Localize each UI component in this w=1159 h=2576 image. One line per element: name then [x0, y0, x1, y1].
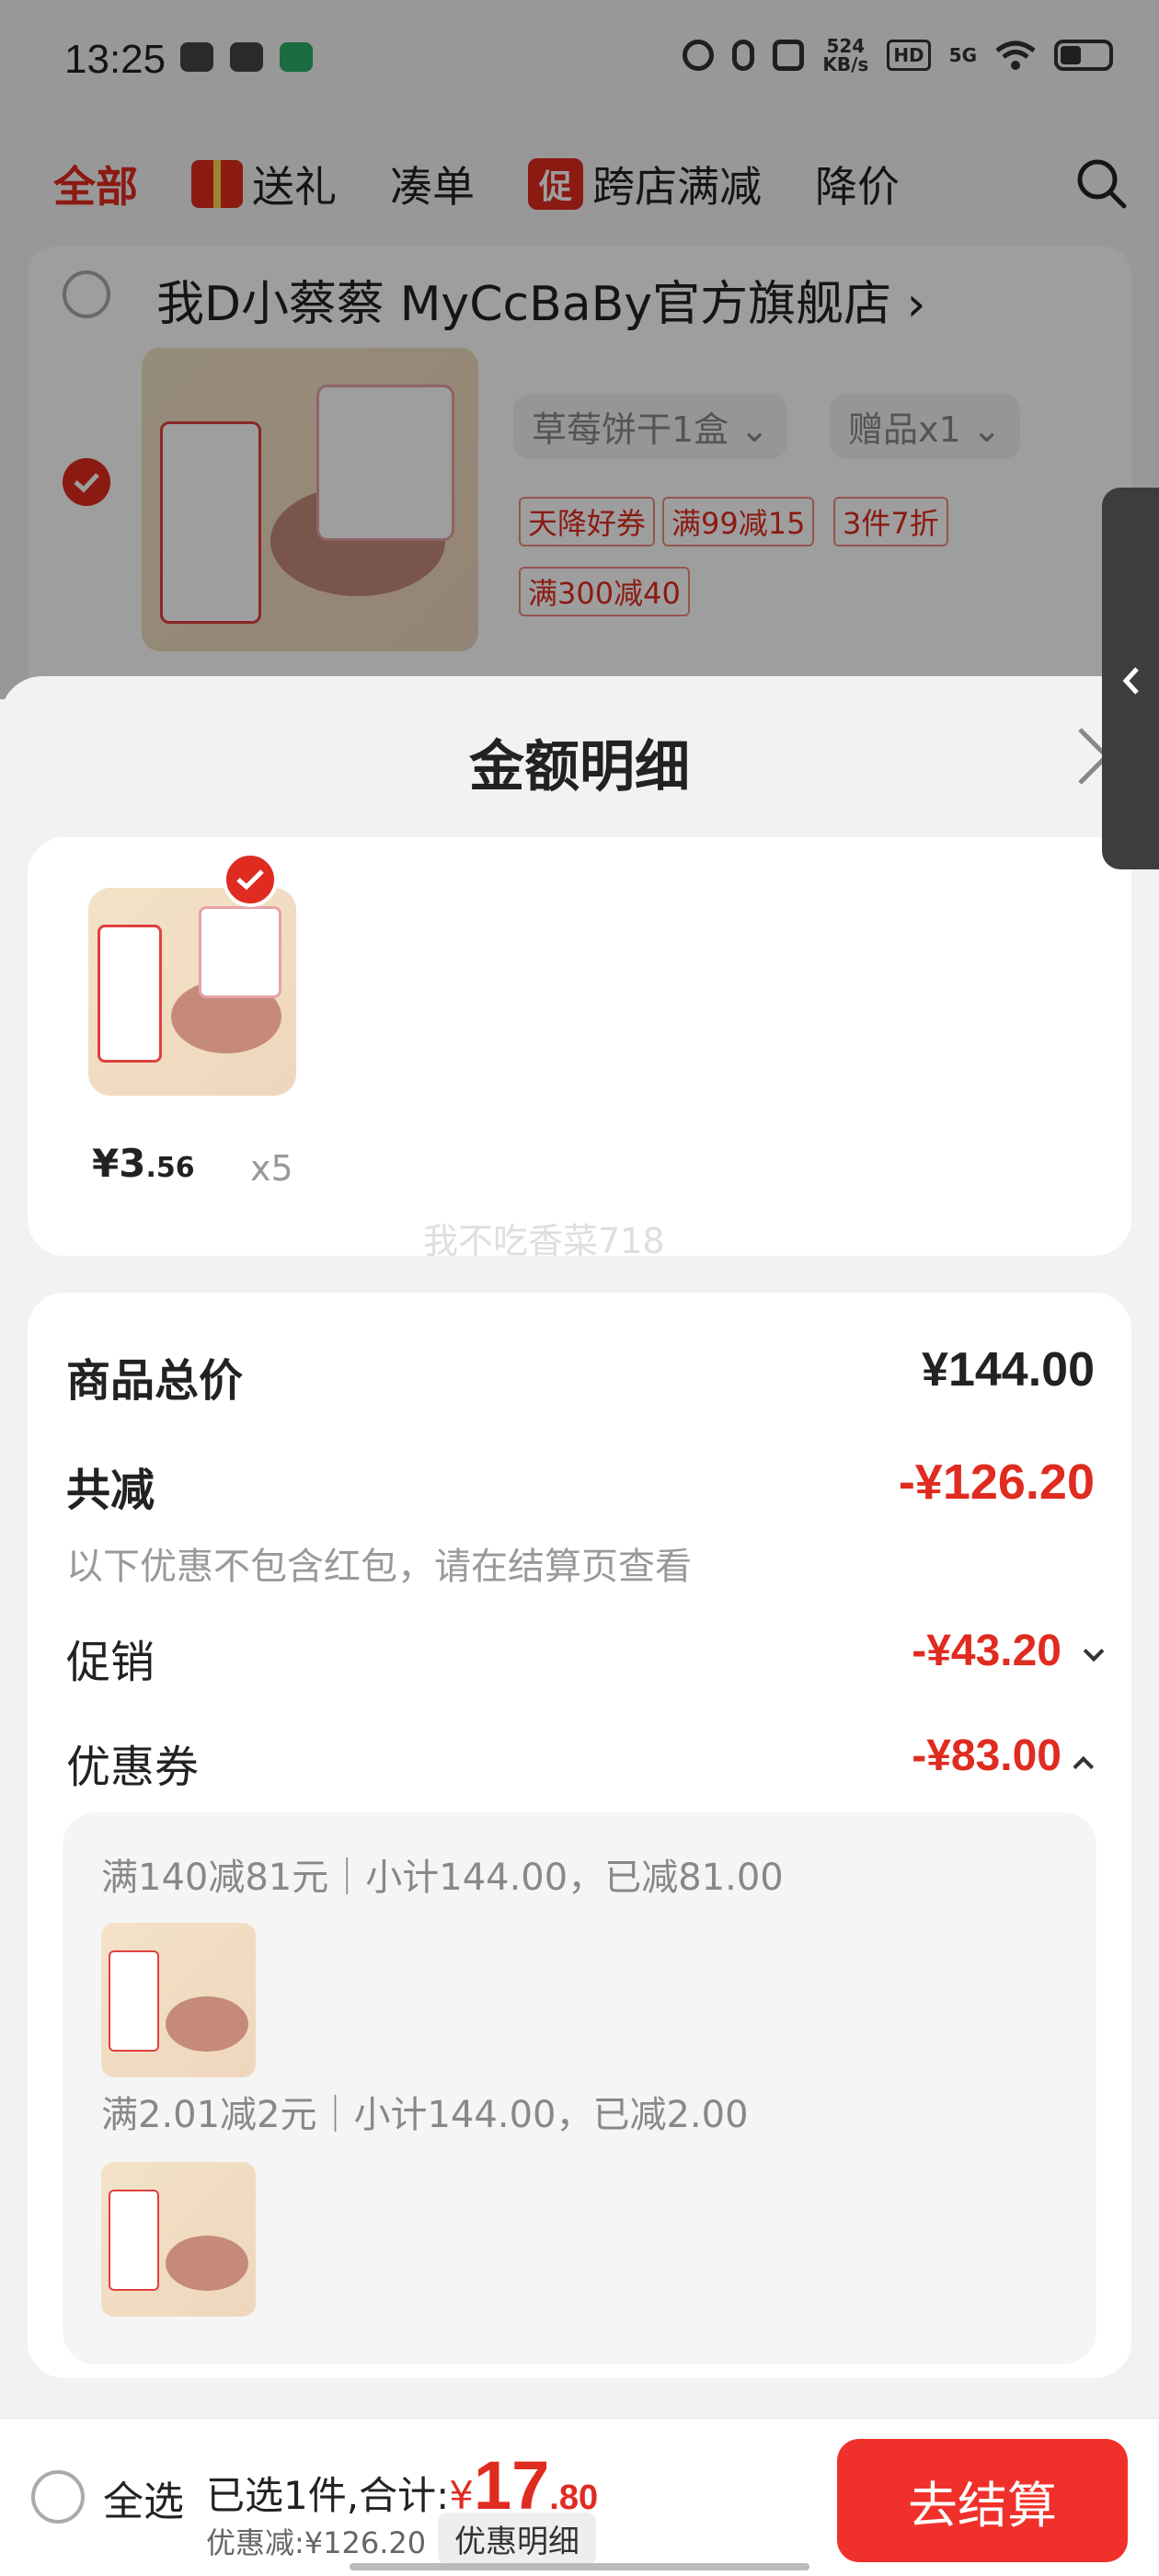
coupon-rule: 满140减81元｜小计144.00，已减81.00	[101, 1857, 784, 1899]
selected-items-card: ¥3.56 x5	[28, 837, 1131, 1256]
discount-note: 以下优惠不包含红包，请在结算页查看	[66, 1546, 692, 1588]
total-value: ¥144.00	[922, 1343, 1095, 1397]
discount-detail-button[interactable]: 优惠明细	[438, 2513, 596, 2565]
checkout-bar: 全选 已选1件,合计:¥17.80 优惠减:¥126.20 优惠明细 去结算	[0, 2418, 1159, 2576]
coupon-item-thumbnail	[101, 2162, 256, 2317]
side-drawer-handle[interactable]	[1102, 488, 1159, 869]
select-all-radio[interactable]	[31, 2470, 85, 2524]
chevron-up-icon	[1073, 1755, 1095, 1777]
user-watermark: 我不吃香菜718	[423, 1221, 665, 1261]
chevron-down-icon	[1083, 1640, 1105, 1662]
amount-detail-sheet: 金额明细 ¥3.56 x5 商品总价 ¥144.00 共减 -¥126.20 以…	[0, 676, 1159, 2576]
select-all-label[interactable]: 全选	[103, 2468, 184, 2527]
price-summary-card: 商品总价 ¥144.00 共减 -¥126.20 以下优惠不包含红包，请在结算页…	[28, 1293, 1131, 2378]
coupon-item-thumbnail	[101, 1923, 256, 2077]
coupon-label: 优惠券	[66, 1742, 200, 1793]
promo-label: 促销	[66, 1637, 155, 1688]
item-checked-badge	[223, 852, 278, 907]
reduce-value: -¥126.20	[898, 1455, 1095, 1510]
overlay-dim[interactable]	[0, 0, 1159, 699]
chevron-left-icon	[1122, 667, 1139, 695]
coupon-rule: 满2.01减2元｜小计144.00，已减2.00	[101, 2094, 749, 2136]
home-indicator[interactable]	[350, 2563, 809, 2570]
check-icon	[236, 869, 264, 891]
sheet-title: 金额明细	[469, 735, 690, 799]
coupon-row-toggle[interactable]: -¥83.00	[912, 1731, 1095, 1781]
promo-row-toggle[interactable]: -¥43.20	[912, 1626, 1105, 1676]
item-thumbnail[interactable]	[88, 888, 296, 1096]
checkout-button[interactable]: 去结算	[837, 2439, 1128, 2562]
item-quantity: x5	[250, 1148, 293, 1189]
discount-amount: 优惠减:¥126.20	[206, 2525, 427, 2560]
total-label: 商品总价	[66, 1355, 244, 1407]
coupon-detail-box: 满140减81元｜小计144.00，已减81.00 满2.01减2元｜小计144…	[63, 1812, 1096, 2364]
item-unit-price: ¥3.56	[92, 1141, 195, 1186]
reduce-label: 共减	[66, 1465, 155, 1516]
